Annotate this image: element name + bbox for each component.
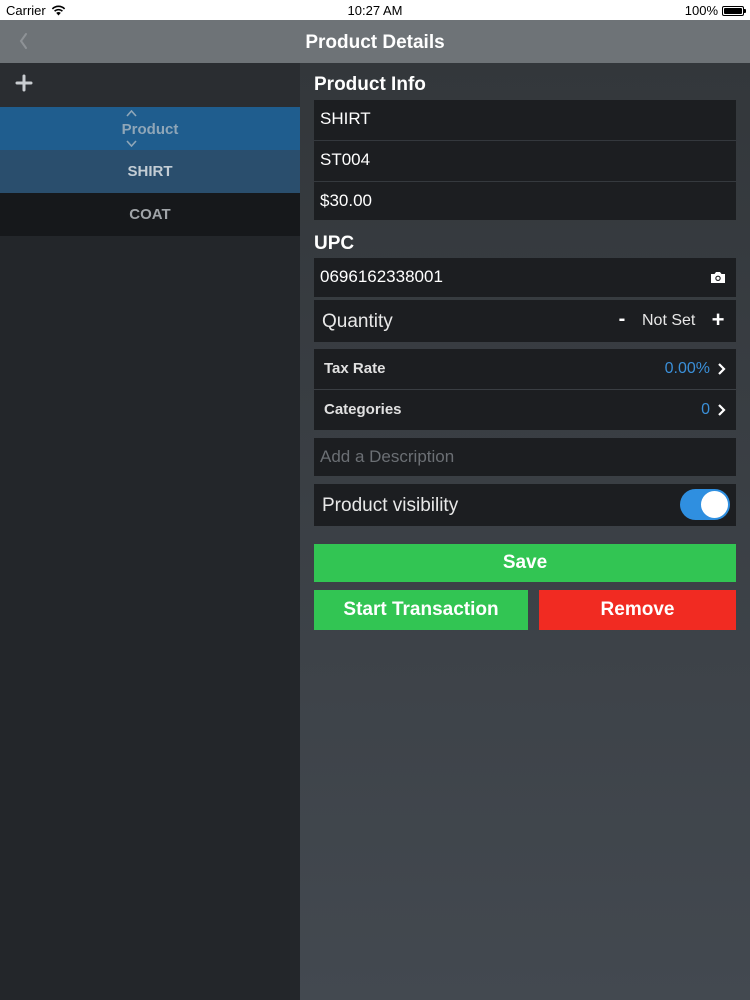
description-input[interactable]	[314, 438, 736, 476]
sidebar-add-row	[0, 63, 300, 107]
battery-icon	[722, 5, 746, 16]
product-detail-panel: Product Info SHIRT ST004 $30.00 UPC 0696…	[300, 63, 750, 1000]
save-button[interactable]: Save	[314, 544, 736, 582]
product-info-title: Product Info	[314, 74, 426, 95]
tax-rate-row[interactable]: Tax Rate 0.00%	[314, 349, 736, 389]
upc-field[interactable]: 0696162338001	[314, 258, 736, 297]
battery-percent: 100%	[684, 3, 718, 18]
chevron-up-icon	[126, 110, 137, 117]
quantity-label: Quantity	[322, 311, 393, 332]
quantity-increment-button[interactable]: +	[708, 307, 728, 332]
chevron-right-icon	[718, 363, 726, 375]
tax-rate-value: 0.00%	[664, 360, 710, 377]
status-bar: Carrier 10:27 AM 100%	[0, 0, 750, 20]
product-price-field[interactable]: $30.00	[314, 182, 736, 220]
product-price-value: $30.00	[320, 191, 372, 210]
navigation-bar: Product Details	[0, 20, 750, 63]
categories-row[interactable]: Categories 0	[314, 390, 736, 430]
quantity-stepper: Quantity - Not Set +	[314, 300, 736, 342]
sidebar-sort-header[interactable]: Product	[0, 107, 300, 150]
page-title: Product Details	[305, 32, 445, 53]
chevron-right-icon	[718, 404, 726, 416]
upc-title: UPC	[314, 233, 355, 254]
visibility-row: Product visibility	[314, 484, 736, 526]
quantity-decrement-button[interactable]: -	[614, 308, 630, 332]
start-transaction-button[interactable]: Start Transaction	[314, 590, 528, 630]
sidebar: Product SHIRT COAT	[0, 63, 300, 1000]
categories-value: 0	[701, 401, 710, 418]
visibility-label: Product visibility	[322, 495, 459, 516]
product-sku-field[interactable]: ST004	[314, 141, 736, 181]
sidebar-item-coat[interactable]: COAT	[0, 193, 300, 236]
status-time: 10:27 AM	[347, 3, 403, 18]
add-product-button[interactable]	[14, 73, 34, 93]
camera-icon[interactable]	[710, 270, 726, 284]
quantity-value: Not Set	[642, 312, 696, 329]
remove-button[interactable]: Remove	[539, 590, 736, 630]
plus-icon	[15, 74, 33, 92]
product-name-value: SHIRT	[320, 109, 371, 128]
status-right: 100%	[684, 3, 746, 18]
visibility-toggle[interactable]	[680, 489, 730, 520]
tax-rate-label: Tax Rate	[324, 360, 386, 377]
sidebar-header-label: Product	[121, 121, 179, 138]
upc-value: 0696162338001	[320, 267, 443, 286]
chevron-down-icon	[126, 140, 137, 147]
sidebar-item-shirt[interactable]: SHIRT	[0, 150, 300, 193]
product-sku-value: ST004	[320, 150, 371, 169]
toggle-knob	[701, 491, 728, 518]
product-name-field[interactable]: SHIRT	[314, 100, 736, 140]
battery-fill	[724, 7, 742, 14]
categories-label: Categories	[324, 401, 402, 418]
